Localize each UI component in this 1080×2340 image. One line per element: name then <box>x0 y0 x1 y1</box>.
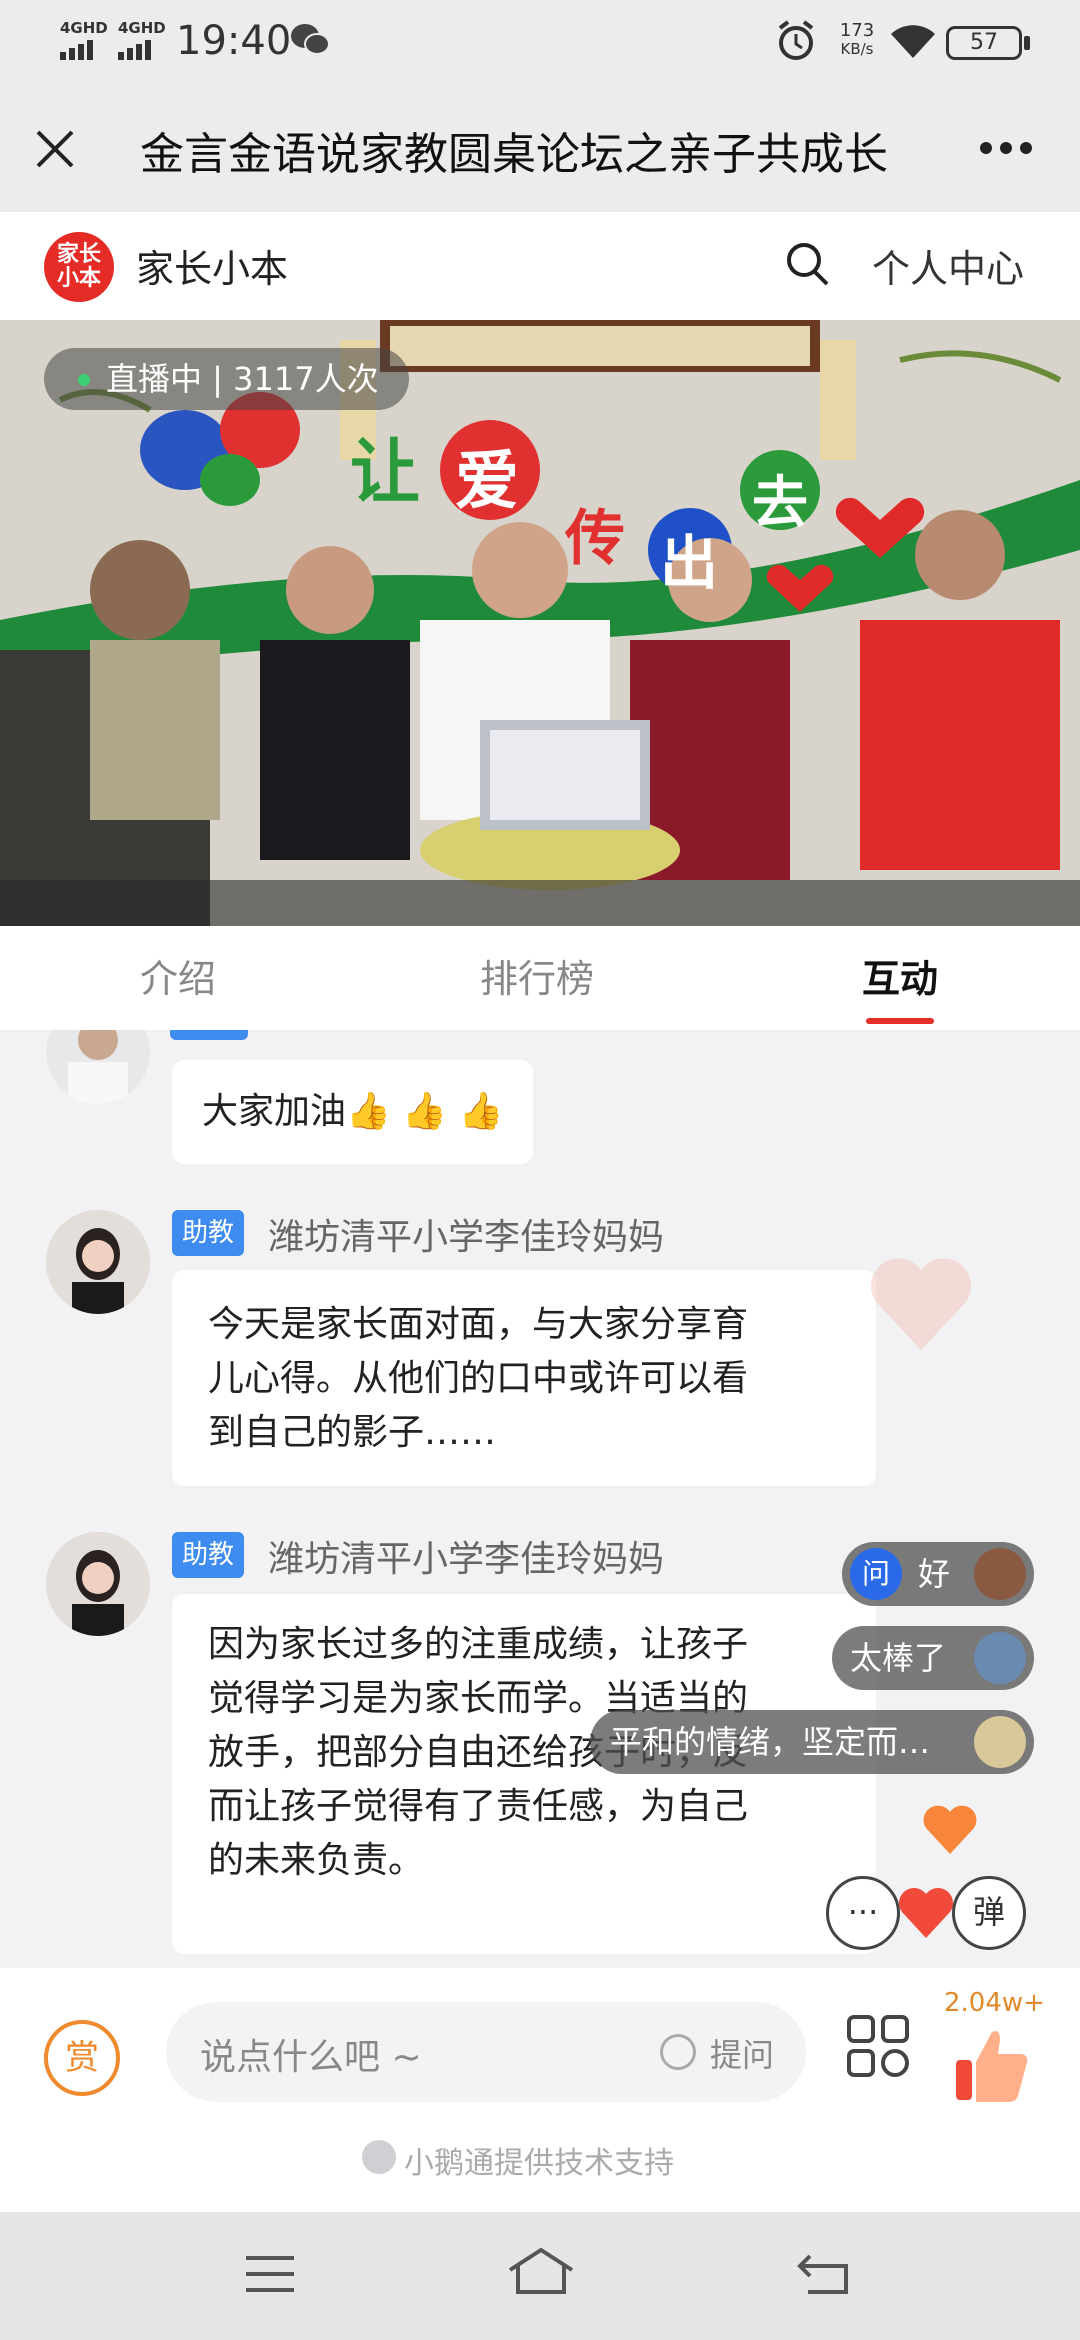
signal-label-1: 4GHD <box>60 19 108 37</box>
avatar <box>974 1548 1026 1600</box>
danmaku-item: 平和的情绪，坚定而… <box>590 1710 1034 1774</box>
tab-ranking[interactable]: 排行榜 <box>480 948 594 1003</box>
danmaku-item: 问 好 <box>842 1542 1034 1606</box>
message-bubble: 大家加油👍 👍 👍 <box>172 1060 534 1164</box>
system-nav-bar <box>0 2212 1080 2340</box>
avatar[interactable] <box>46 1210 150 1314</box>
wall-char-1: 让 <box>350 431 420 513</box>
more-icon[interactable] <box>978 138 1034 158</box>
danmaku-question-tag: 问 <box>850 1548 902 1600</box>
floating-heart-icon <box>856 1240 986 1370</box>
tab-interact[interactable]: 互动 <box>862 948 938 1003</box>
signal-bars-2-icon <box>118 40 154 60</box>
search-icon[interactable] <box>784 240 832 290</box>
thumbs-up-icon[interactable] <box>952 2022 1030 2104</box>
video-frame <box>0 320 1080 926</box>
tab-intro[interactable]: 介绍 <box>140 948 216 1003</box>
floating-heart-icon <box>898 1882 954 1942</box>
comment-list-icon[interactable]: ··· <box>826 1876 900 1950</box>
message-bubble: 今天是家长面对面，与大家分享育 儿心得。从他们的口中或许可以看 到自己的影子…… <box>172 1270 876 1486</box>
battery-indicator: 57 <box>946 26 1022 60</box>
avatar <box>974 1632 1026 1684</box>
role-badge: 助教 <box>172 1210 245 1256</box>
wall-char-4: 出 <box>660 529 719 597</box>
app-header: 家长 小本 家长小本 个人中心 <box>0 212 1080 320</box>
danmaku-item: 太棒了 <box>832 1626 1034 1690</box>
ask-label: 提问 <box>710 2036 775 2074</box>
ask-checkbox[interactable] <box>660 2034 696 2070</box>
wall-char-5: 去 <box>752 471 808 536</box>
message-username: 潍坊清平小学李佳玲妈妈 <box>268 1217 665 1258</box>
reward-button[interactable]: 赏 <box>44 2020 120 2096</box>
live-video-player[interactable]: 让 爱 传 出 去 直播中 | 3117人次 <box>0 320 1080 926</box>
grid-icon[interactable] <box>846 2014 910 2078</box>
clock: 19:40 <box>176 18 292 64</box>
status-bar: 4GHD 4GHD 19:40 173 KB/s 57 <box>0 0 1080 84</box>
role-badge: 助教 <box>172 1532 245 1578</box>
floating-heart-icon <box>920 1800 980 1860</box>
tech-support-text: 小鹅通提供技术支持 <box>404 2146 674 2181</box>
wifi-icon <box>888 22 938 62</box>
home-icon[interactable] <box>506 2246 576 2296</box>
alarm-icon <box>776 20 816 62</box>
chat-list[interactable]: 大家加油👍 👍 👍 助教 潍坊清平小学李佳玲妈妈 今天是家长面对面，与大家分享育… <box>0 1030 1080 1968</box>
live-status-badge: 直播中 | 3117人次 <box>44 348 409 410</box>
message-username: 潍坊清平小学李佳玲妈妈 <box>268 1539 665 1580</box>
title-bar: 金言金语说家教圆桌论坛之亲子共成长 <box>0 84 1080 212</box>
wall-char-3: 传 <box>565 504 625 574</box>
tab-bar: 介绍 排行榜 互动 <box>0 926 1080 1030</box>
page-title: 金言金语说家教圆桌论坛之亲子共成长 <box>140 129 888 180</box>
menu-icon[interactable] <box>244 2254 296 2294</box>
net-speed: 173 KB/s <box>839 20 875 59</box>
personal-center-link[interactable]: 个人中心 <box>872 238 1024 293</box>
bottom-bar: 赏 说点什么吧 ~ 提问 2.04w+ 小鹅通提供技术支持 <box>0 1968 1080 2212</box>
xiaoe-logo-icon <box>362 2140 396 2174</box>
brand-name[interactable]: 家长小本 <box>136 238 288 293</box>
back-icon[interactable] <box>796 2252 850 2296</box>
wall-char-2: 爱 <box>455 445 519 519</box>
danmaku-toggle-button[interactable]: 弹 <box>952 1876 1026 1950</box>
comment-input[interactable]: 说点什么吧 ~ 提问 <box>166 2002 806 2102</box>
signal-label-2: 4GHD <box>118 19 166 37</box>
avatar[interactable] <box>46 1532 150 1636</box>
wechat-icon <box>290 22 330 58</box>
active-tab-indicator <box>866 1018 934 1024</box>
like-count: 2.04w+ <box>944 1988 1045 2018</box>
battery-tip <box>1024 36 1030 50</box>
message-bubble: 因为家长过多的注重成绩，让孩子 觉得学习是为家长而学。当适当的 放手，把部分自由… <box>172 1594 876 1954</box>
live-dot-icon <box>78 374 90 386</box>
signal-bars-1-icon <box>60 40 96 60</box>
brand-logo[interactable]: 家长 小本 <box>44 232 114 302</box>
avatar <box>974 1716 1026 1768</box>
badge-cutoff <box>170 1030 248 1040</box>
close-icon[interactable] <box>30 124 80 174</box>
avatar[interactable] <box>46 1030 150 1104</box>
